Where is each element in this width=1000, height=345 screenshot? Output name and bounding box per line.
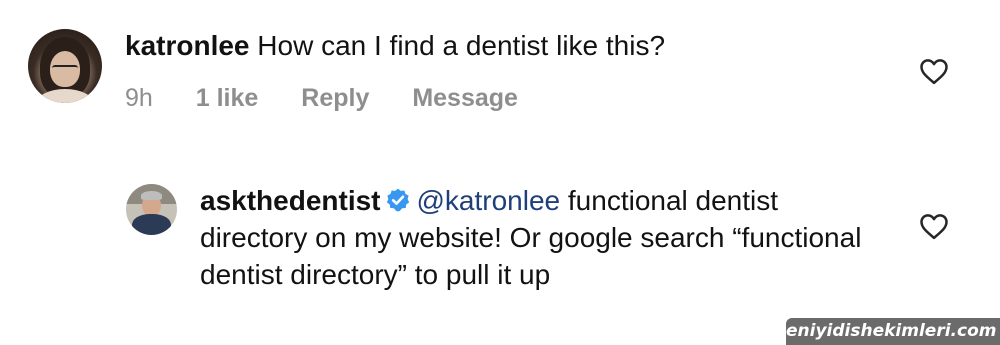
- comment: katronlee How can I find a dentist like …: [125, 27, 665, 64]
- comment-likes-count[interactable]: 1 like: [196, 84, 259, 112]
- reply-comment: askthedentist @katronlee functional dent…: [200, 182, 880, 293]
- avatar-shirt: [36, 89, 94, 103]
- verified-badge-icon: [386, 188, 409, 212]
- reply-username[interactable]: askthedentist: [200, 185, 381, 216]
- watermark: eniyidishekimleri.com: [786, 318, 1000, 345]
- avatar-askthedentist[interactable]: [126, 184, 177, 235]
- heart-icon[interactable]: [919, 212, 949, 240]
- comment-username[interactable]: katronlee: [125, 30, 250, 61]
- heart-icon[interactable]: [919, 57, 949, 85]
- message-button[interactable]: Message: [412, 84, 518, 112]
- reply-mention[interactable]: @katronlee: [417, 185, 561, 216]
- reply-button[interactable]: Reply: [301, 84, 369, 112]
- avatar-hair: [141, 191, 162, 200]
- comment-body: How can I find a dentist like this?: [257, 30, 666, 61]
- comment-meta: 9h 1 like Reply Message: [125, 84, 554, 113]
- avatar-shirt: [132, 214, 171, 235]
- avatar-katronlee[interactable]: [28, 29, 102, 103]
- comment-time: 9h: [125, 84, 153, 112]
- avatar-glasses: [52, 65, 78, 73]
